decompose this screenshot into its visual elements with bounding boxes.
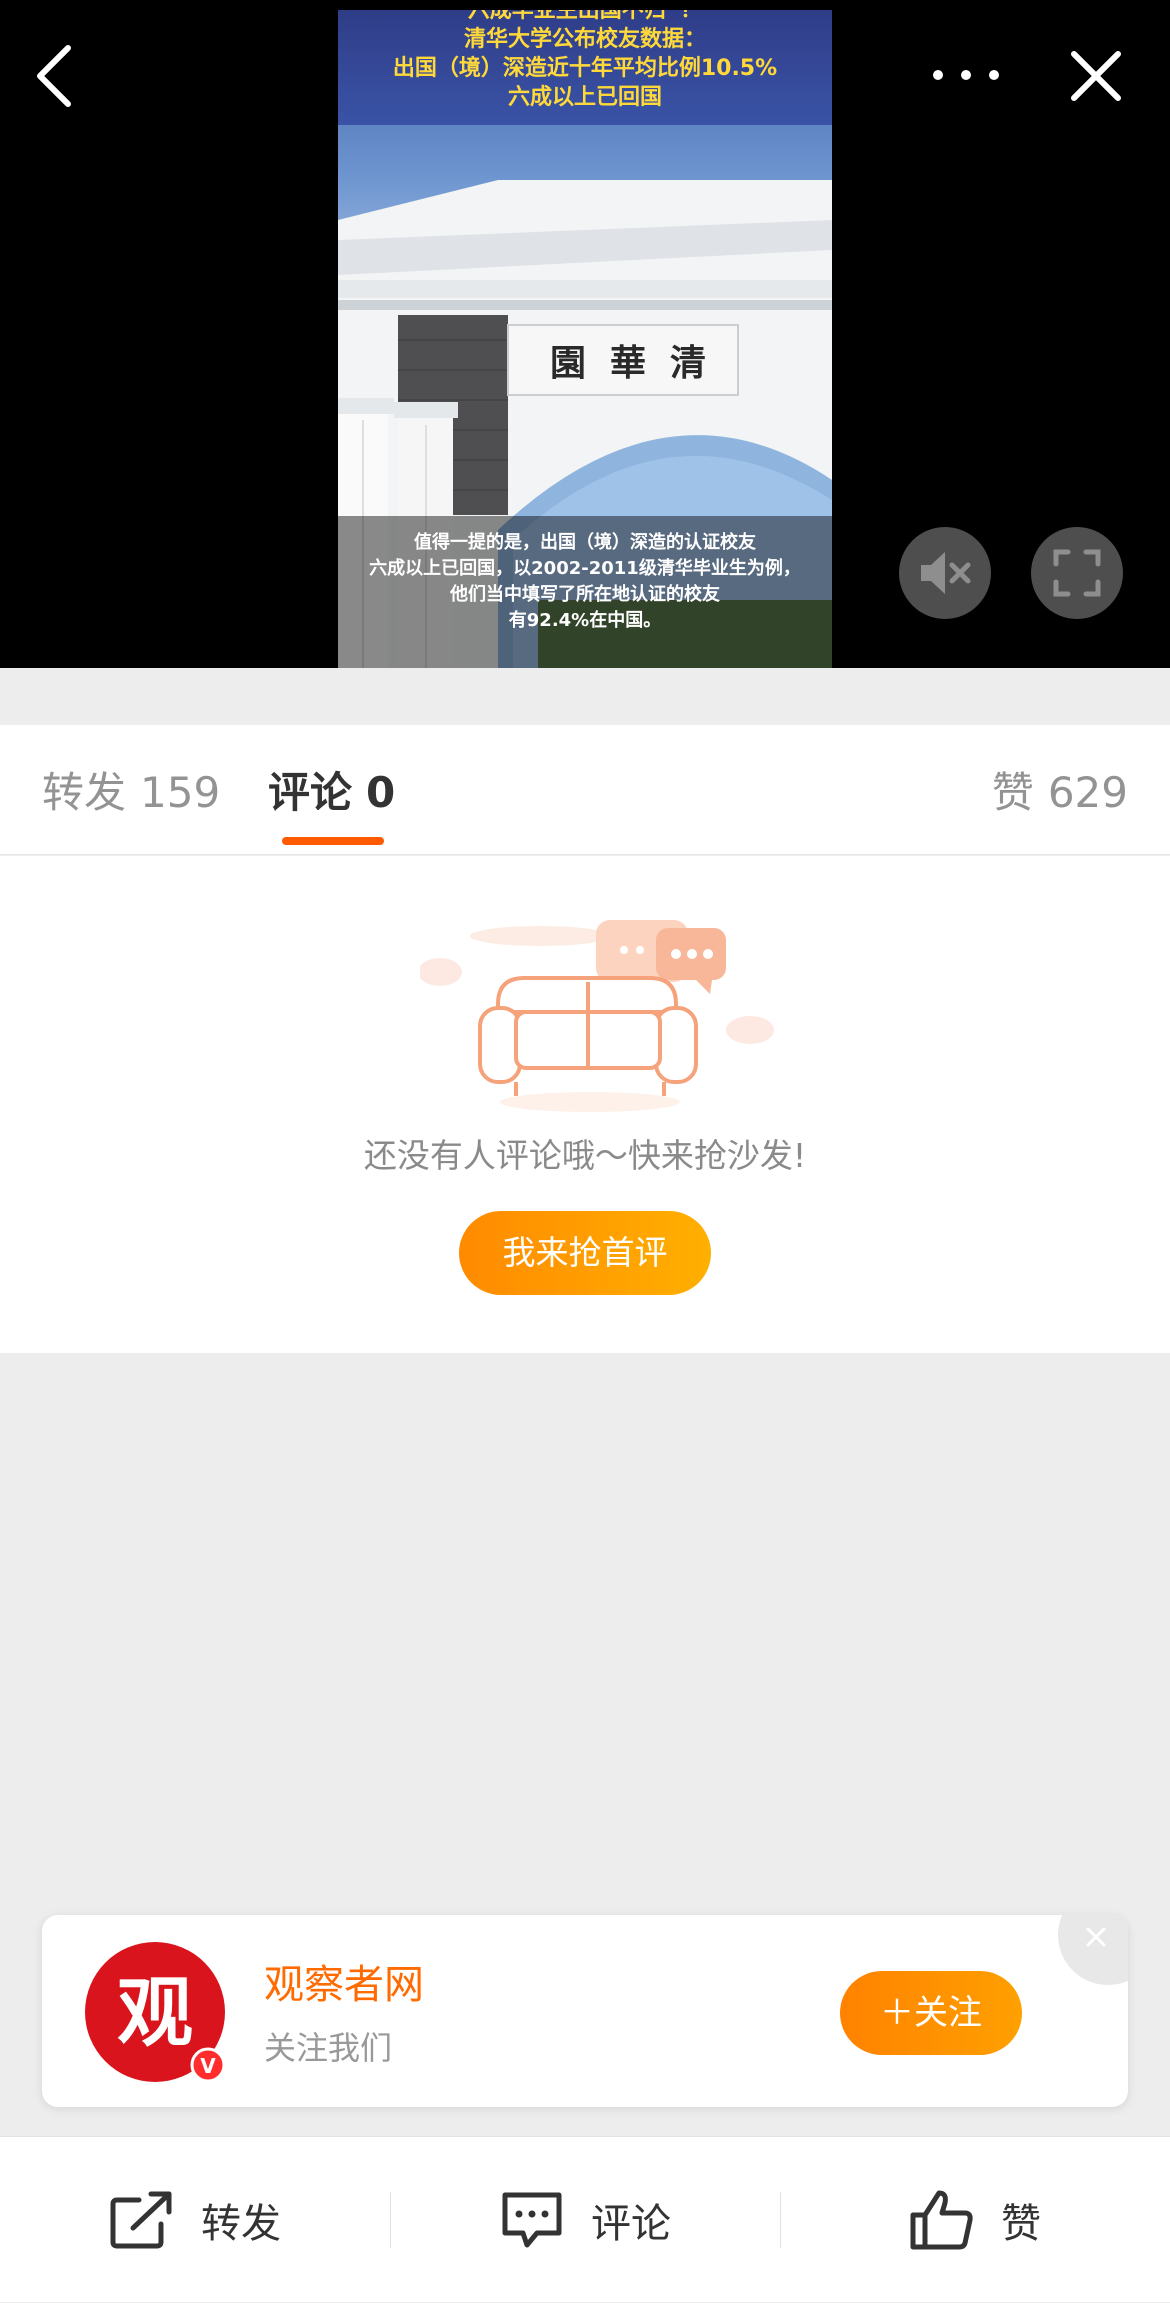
tab-like-label: 赞 bbox=[991, 768, 1034, 817]
repost-button[interactable]: 转发 bbox=[0, 2137, 390, 2303]
caption-bottom-line: 值得一提的是，出国（境）深造的认证校友 bbox=[414, 532, 756, 553]
tab-like[interactable]: 赞 629 bbox=[992, 763, 1128, 823]
close-button[interactable] bbox=[1066, 46, 1126, 106]
video-player[interactable]: 六成毕业生出国不归“？ 清华大学公布校友数据： 出国（境）深造近十年平均比例10… bbox=[0, 0, 1170, 668]
empty-message: 还没有人评论哦～快来抢沙发! bbox=[363, 1136, 807, 1175]
comment-icon bbox=[502, 2192, 562, 2248]
close-icon bbox=[1071, 51, 1121, 101]
caption-bottom-line: 六成以上已回国，以2002-2011级清华毕业生为例， bbox=[369, 558, 801, 579]
gate-character: 華 bbox=[610, 342, 646, 384]
tab-comment[interactable]: 评论 0 bbox=[268, 763, 395, 823]
comment-label: 评论 bbox=[591, 2201, 671, 2247]
verified-badge: V bbox=[200, 2054, 216, 2078]
caption-bottom-line: 有92.4%在中国。 bbox=[508, 610, 662, 631]
gate-character: 清 bbox=[670, 342, 706, 384]
more-dots-icon bbox=[933, 70, 999, 80]
first-comment-button[interactable]: 我来抢首评 bbox=[459, 1211, 711, 1295]
fullscreen-icon bbox=[1053, 549, 1101, 597]
account-subtitle: 关注我们 bbox=[264, 2029, 393, 2067]
like-label: 赞 bbox=[1001, 2201, 1041, 2247]
comment-button[interactable]: 评论 bbox=[390, 2137, 780, 2303]
account-name[interactable]: 观察者网 bbox=[264, 1957, 424, 2013]
tab-like-count: 629 bbox=[1047, 768, 1128, 817]
video-caption-bottom: 值得一提的是，出国（境）深造的认证校友 六成以上已回国，以2002-2011级清… bbox=[338, 516, 832, 668]
tab-comment-count: 0 bbox=[366, 768, 396, 817]
card-close-button[interactable] bbox=[1058, 1915, 1128, 1985]
fullscreen-button[interactable] bbox=[1031, 527, 1123, 619]
avatar-text: 观 bbox=[117, 1968, 193, 2057]
sofa-illustration bbox=[420, 920, 774, 1112]
active-tab-indicator bbox=[282, 837, 384, 845]
caption-top-line: 清华大学公布校友数据： bbox=[463, 27, 706, 52]
follow-card: 观 V 观察者网 关注我们 ＋关注 bbox=[42, 1915, 1128, 2107]
caption-top-line: 六成毕业生出国不归“？ bbox=[467, 10, 703, 23]
tab-repost-label: 转发 bbox=[42, 768, 127, 817]
video-caption-top: 六成毕业生出国不归“？ 清华大学公布校友数据： 出国（境）深造近十年平均比例10… bbox=[338, 10, 832, 125]
mute-icon bbox=[921, 552, 971, 594]
back-button[interactable] bbox=[26, 40, 86, 110]
back-arrow-icon bbox=[37, 45, 71, 107]
follow-button[interactable]: ＋关注 bbox=[840, 1971, 1022, 2055]
repost-label: 转发 bbox=[201, 2201, 281, 2247]
video-frame[interactable]: 六成毕业生出国不归“？ 清华大学公布校友数据： 出国（境）深造近十年平均比例10… bbox=[338, 10, 832, 668]
like-button[interactable]: 赞 bbox=[780, 2137, 1170, 2303]
empty-comments: 还没有人评论哦～快来抢沙发! 我来抢首评 bbox=[0, 856, 1170, 1353]
caption-top-line: 六成以上已回国 bbox=[507, 85, 662, 110]
more-button[interactable] bbox=[928, 50, 1008, 100]
detail-tabs: 转发 159 评论 0 赞 629 bbox=[0, 725, 1170, 855]
caption-top-line: 出国（境）深造近十年平均比例10.5% bbox=[392, 56, 778, 81]
thumbs-up-icon bbox=[910, 2190, 973, 2250]
avatar[interactable]: 观 V bbox=[84, 1941, 226, 2083]
mute-button[interactable] bbox=[899, 527, 991, 619]
tab-comment-label: 评论 bbox=[268, 768, 353, 817]
tab-repost-count: 159 bbox=[140, 768, 221, 817]
tab-repost[interactable]: 转发 159 bbox=[42, 763, 220, 823]
bottom-action-bar: 转发 评论 赞 bbox=[0, 2136, 1170, 2302]
gate-character: 園 bbox=[550, 342, 586, 384]
share-icon bbox=[110, 2191, 172, 2249]
caption-bottom-line: 他们当中填写了所在地认证的校友 bbox=[450, 584, 720, 605]
close-icon bbox=[1086, 1927, 1106, 1947]
